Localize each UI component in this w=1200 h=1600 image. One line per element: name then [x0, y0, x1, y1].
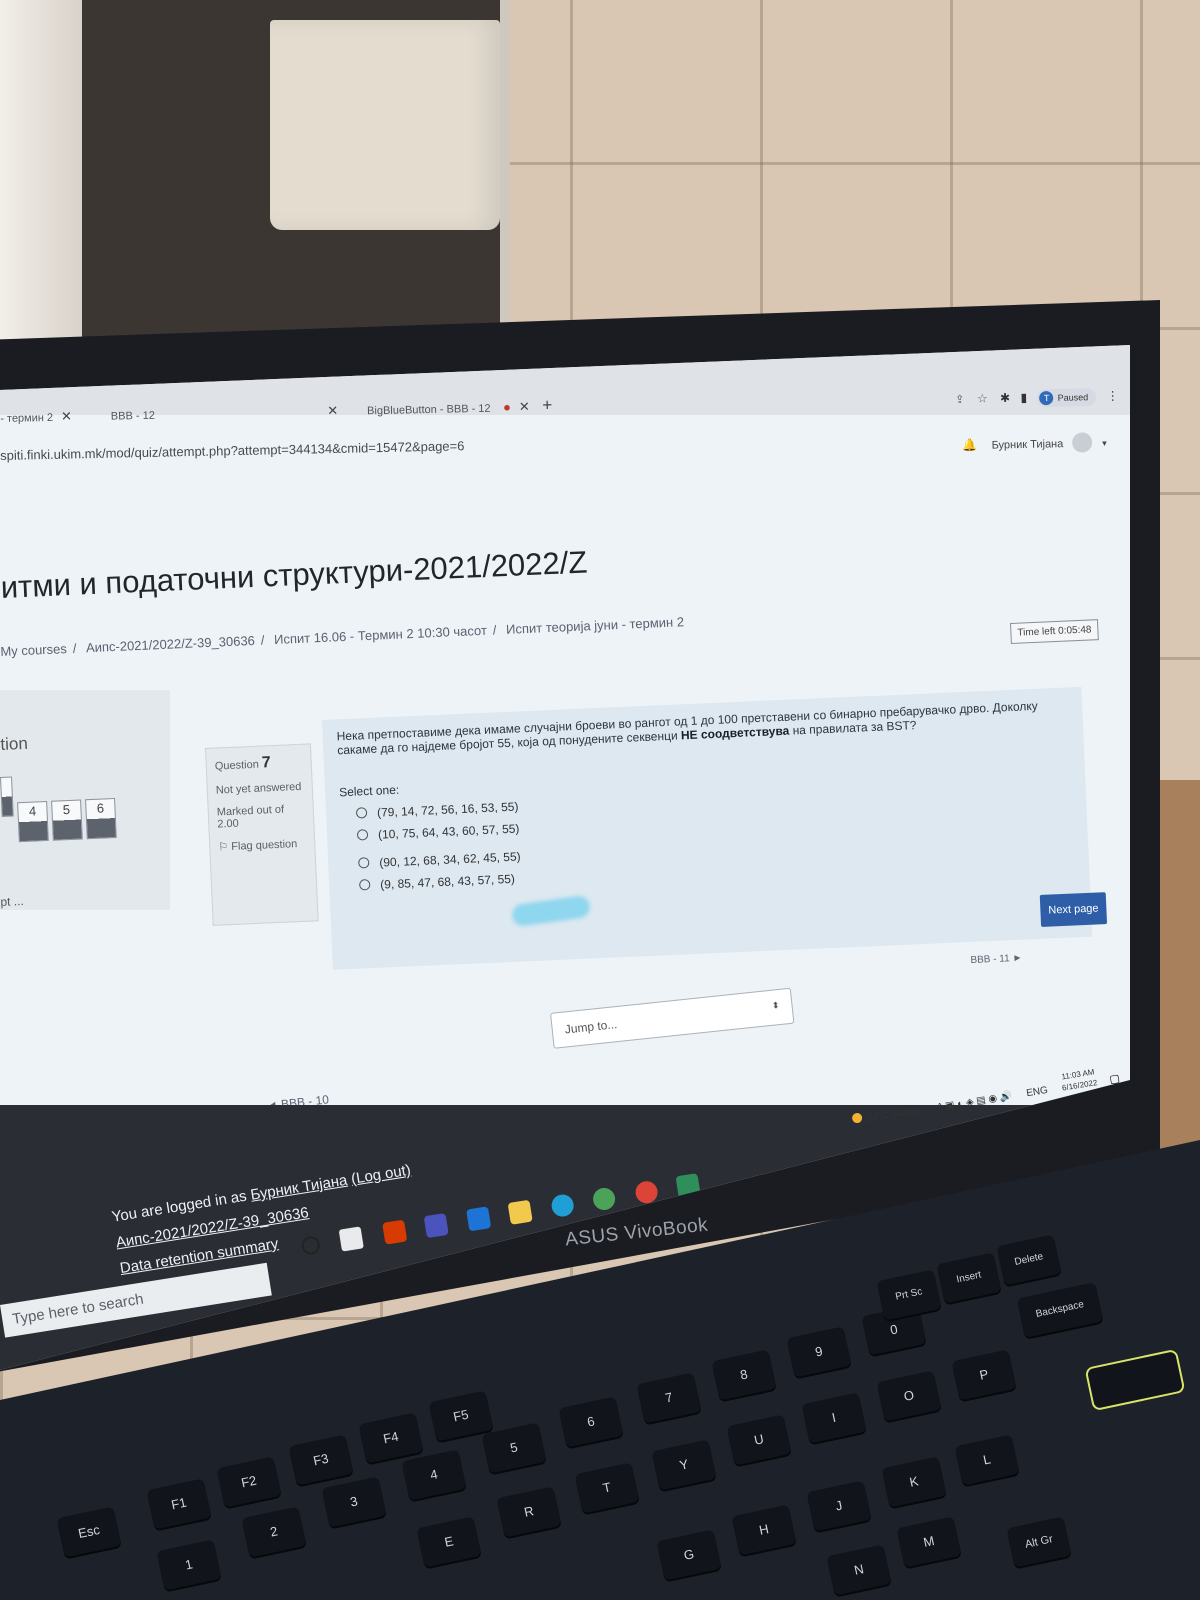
profile-avatar: T: [1039, 390, 1054, 406]
radio-button[interactable]: [356, 829, 369, 841]
next-page-wrap: Next page: [1039, 892, 1108, 927]
close-icon[interactable]: ✕: [327, 403, 338, 418]
breadcrumb-my-courses[interactable]: My courses: [0, 641, 67, 659]
task-view-icon[interactable]: [337, 1225, 366, 1253]
page-title-wrap: итми и податочни структури-2021/2022/Z: [0, 544, 588, 606]
time-left-badge: Time left 0:05:48: [1010, 619, 1099, 644]
profile-button[interactable]: T Paused: [1037, 388, 1097, 408]
question-marks: Marked out of 2.00: [216, 803, 285, 831]
breadcrumb-quiz[interactable]: Испит теорија јуни - термин 2: [506, 614, 685, 637]
quiz-nav-title: tion: [0, 733, 29, 754]
file-explorer-icon[interactable]: [507, 1199, 534, 1225]
next-page-button[interactable]: Next page: [1039, 892, 1108, 927]
question-content: Нека претпоставиме дека имаме случајни б…: [322, 686, 1093, 970]
mail-icon[interactable]: [465, 1206, 492, 1232]
recording-dot-icon: ●: [502, 399, 512, 415]
share-icon[interactable]: ⇪: [955, 394, 964, 406]
flag-question-link[interactable]: Flag question: [231, 838, 298, 853]
close-icon[interactable]: ✕: [61, 408, 72, 423]
breadcrumb-exam[interactable]: Испит 16.06 - Термин 2 10:30 часот: [274, 623, 487, 647]
question-label: Question: [214, 758, 260, 773]
chrome-icon-2[interactable]: [633, 1179, 659, 1205]
teams-icon[interactable]: [423, 1212, 450, 1239]
office-icon[interactable]: [382, 1219, 408, 1245]
hanging-towel: [270, 20, 500, 230]
star-icon[interactable]: ☆: [977, 391, 988, 405]
jump-to-select[interactable]: Jump to... ⬍: [550, 987, 795, 1049]
radio-button[interactable]: [358, 857, 370, 869]
next-activity-link[interactable]: BBB - 11 ►: [970, 953, 1022, 966]
user-name[interactable]: Бурник Тијана: [992, 438, 1064, 451]
quiz-nav-box[interactable]: [0, 776, 14, 817]
new-tab-button[interactable]: +: [542, 395, 552, 414]
radio-button[interactable]: [358, 879, 371, 891]
finish-attempt-wrap: pt ...: [0, 892, 24, 911]
breadcrumb-course[interactable]: Аипс-2021/2022/Z-39_30636: [86, 633, 255, 655]
quiz-nav-title-wrap: tion: [0, 734, 28, 755]
breadcrumb: My courses / Аипс-2021/2022/Z-39_30636/ И…: [0, 614, 685, 659]
chrome-icon-1[interactable]: [591, 1186, 617, 1212]
weather-icon: [851, 1112, 863, 1124]
user-menu[interactable]: 🔔 Бурник Тијана ▾: [962, 432, 1107, 455]
edge-icon[interactable]: [549, 1193, 575, 1219]
quiz-nav-box-4[interactable]: 4: [17, 800, 49, 843]
profile-status: Paused: [1057, 392, 1089, 403]
tab-exam[interactable]: - термин 2: [0, 412, 53, 425]
page-title: итми и податочни структури-2021/2022/Z: [0, 544, 588, 605]
question-text: Нека претпоставиме дека имаме случајни б…: [336, 698, 1039, 758]
cortana-icon[interactable]: [300, 1235, 322, 1256]
menu-icon[interactable]: ⋮: [1106, 389, 1118, 403]
language-indicator[interactable]: ENG: [1026, 1085, 1049, 1099]
sidebar-icon[interactable]: ▮: [1020, 390, 1027, 404]
question-status: Not yet answered: [215, 780, 302, 797]
clock[interactable]: 11:03 AM 6/16/2022: [1060, 1066, 1099, 1093]
bell-icon[interactable]: 🔔: [962, 438, 977, 452]
jump-to-wrap: Jump to... ⬍: [550, 987, 795, 1049]
white-curtain: [0, 0, 82, 340]
dark-cabinet: [80, 0, 510, 346]
extensions-icon[interactable]: ✱: [1000, 391, 1010, 405]
timer-wrap: Time left 0:05:48: [1010, 619, 1099, 644]
quiz-nav-box-6[interactable]: 6: [85, 798, 117, 840]
close-icon[interactable]: ✕: [519, 399, 530, 414]
quiz-nav-buttons: 456: [0, 772, 121, 843]
select-arrows-icon: ⬍: [771, 1000, 780, 1011]
question-info: Question 7 Not yet answered Marked out o…: [205, 743, 319, 926]
chevron-down-icon[interactable]: ▾: [1102, 438, 1107, 448]
flag-icon[interactable]: ⚐: [218, 841, 228, 853]
user-avatar[interactable]: [1071, 432, 1092, 453]
radio-button[interactable]: [355, 807, 368, 819]
tab-bigbluebutton[interactable]: BigBlueButton - BBB - 12: [367, 403, 491, 418]
finish-attempt-link[interactable]: pt ...: [0, 894, 24, 909]
question-number: 7: [261, 754, 272, 772]
quiz-nav-box-5[interactable]: 5: [51, 799, 83, 841]
logout-link[interactable]: (Log out): [350, 1162, 412, 1188]
address-bar[interactable]: spiti.finki.ukim.mk/mod/quiz/attempt.php…: [0, 437, 465, 465]
next-activity-wrap: BBB - 11 ►: [970, 948, 1023, 968]
url-text[interactable]: spiti.finki.ukim.mk/mod/quiz/attempt.php…: [0, 438, 465, 463]
browser-toolbar-icons: ⇪ ☆ ✱ ▮ T Paused ⋮: [955, 387, 1119, 409]
tab-bbb-12[interactable]: BBB - 12: [111, 410, 155, 423]
